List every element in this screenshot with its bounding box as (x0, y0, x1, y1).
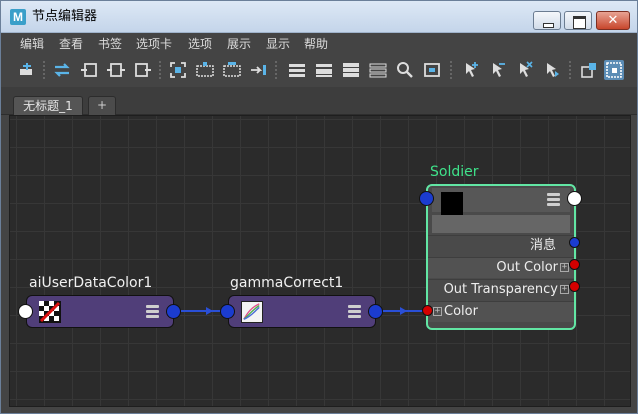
grid-toggle-icon[interactable] (604, 60, 624, 80)
window-title: 节点编辑器 (32, 9, 98, 24)
toolbar-separator (159, 61, 161, 79)
node-gammacorrect1[interactable] (228, 295, 376, 328)
frame-all-icon[interactable] (168, 60, 188, 80)
toolbar-separator (43, 61, 45, 79)
toolbar (1, 55, 637, 87)
node-swatch (39, 301, 61, 323)
menu-help[interactable]: 帮助 (304, 36, 328, 52)
full-layout-icon[interactable] (341, 60, 361, 80)
node-swatch (241, 301, 263, 323)
menu-bookmarks[interactable]: 书签 (98, 36, 122, 52)
toggle-swatch-icon[interactable] (579, 60, 599, 80)
close-button[interactable]: ✕ (596, 11, 630, 30)
node-graph-canvas[interactable]: aiUserDataColor1 gammaCorrect1 Soldier 消… (9, 115, 631, 407)
expand-plus-icon[interactable]: + (560, 285, 569, 294)
search-icon[interactable] (395, 60, 415, 80)
menu-view[interactable]: 查看 (59, 36, 83, 52)
attribute-label: 消息 (529, 238, 556, 253)
pin-remove-icon[interactable] (488, 60, 508, 80)
node-menu-icon[interactable] (348, 305, 361, 318)
graph-add-icon[interactable] (195, 60, 215, 80)
menu-options[interactable]: 选项 (188, 36, 212, 52)
menu-bar: 编辑 查看 书签 选项卡 选项 展示 显示 帮助 (1, 33, 637, 55)
app-icon: M (10, 9, 26, 25)
output-port[interactable] (567, 191, 582, 206)
attribute-row-out-color[interactable]: Out Color + (428, 257, 574, 278)
attribute-row-color[interactable]: + Color (428, 301, 574, 322)
tab-bar: 无标题_1 + (1, 87, 637, 115)
input-output-connections-icon[interactable] (106, 60, 126, 80)
output-port[interactable] (368, 304, 383, 319)
connected-layout-icon[interactable] (314, 60, 334, 80)
node-title-gammacorrect1: gammaCorrect1 (230, 275, 344, 291)
out-transparency-port[interactable] (569, 281, 580, 292)
attribute-label: Color (444, 304, 478, 319)
node-header (432, 188, 570, 215)
title-bar[interactable]: M 节点编辑器 ✕ (1, 1, 637, 33)
output-port[interactable] (166, 304, 181, 319)
menu-display[interactable]: 显示 (266, 36, 290, 52)
simple-layout-icon[interactable] (287, 60, 307, 80)
add-node-icon[interactable] (17, 60, 37, 80)
minimize-button[interactable] (533, 11, 561, 30)
toolbar-separator (569, 61, 571, 79)
expand-plus-icon[interactable]: + (560, 263, 569, 272)
connection-arrow (400, 307, 407, 315)
node-name-field[interactable] (432, 215, 570, 233)
graph-expand-icon[interactable] (249, 60, 269, 80)
pin-select-icon[interactable] (542, 60, 562, 80)
menu-edit[interactable]: 编辑 (20, 36, 44, 52)
attribute-row-out-transparency[interactable]: Out Transparency + (428, 279, 574, 300)
tab-untitled-1[interactable]: 无标题_1 (13, 96, 83, 115)
menu-show[interactable]: 展示 (227, 36, 251, 52)
snapshot-icon[interactable] (422, 60, 442, 80)
output-connections-icon[interactable] (133, 60, 153, 80)
node-title-aiuserdatacolor1: aiUserDataColor1 (29, 275, 153, 291)
swap-icon[interactable] (52, 60, 72, 80)
attribute-row-message[interactable]: 消息 (428, 235, 574, 256)
node-editor-window: M 节点编辑器 ✕ 编辑 查看 书签 选项卡 选项 展示 显示 帮助 无标题_1… (0, 0, 638, 414)
menu-tabs[interactable]: 选项卡 (136, 36, 172, 52)
node-title-soldier: Soldier (430, 164, 479, 180)
node-swatch (441, 192, 463, 215)
out-color-port[interactable] (569, 259, 580, 270)
node-menu-icon[interactable] (547, 193, 560, 206)
input-port[interactable] (18, 304, 33, 319)
input-port[interactable] (419, 191, 434, 206)
node-soldier[interactable]: 消息 Out Color + Out Transparency + + Color (426, 184, 576, 330)
custom-layout-icon[interactable] (368, 60, 388, 80)
message-output-port[interactable] (569, 237, 580, 248)
pin-add-icon[interactable] (461, 60, 481, 80)
node-aiuserdatacolor1[interactable] (26, 295, 174, 328)
close-icon: ✕ (607, 13, 619, 28)
attribute-label: Out Color (496, 260, 558, 275)
connection-arrow (206, 307, 213, 315)
toolbar-separator (275, 61, 277, 79)
color-input-port[interactable] (422, 305, 433, 316)
graph-remove-icon[interactable] (222, 60, 242, 80)
attribute-label: Out Transparency (443, 282, 558, 297)
node-menu-icon[interactable] (146, 305, 159, 318)
expand-plus-icon[interactable]: + (433, 307, 442, 316)
add-tab-button[interactable]: + (88, 96, 116, 115)
pin-clear-icon[interactable] (515, 60, 535, 80)
input-port[interactable] (220, 304, 235, 319)
input-connections-icon[interactable] (79, 60, 99, 80)
maximize-button[interactable] (564, 11, 592, 30)
toolbar-separator (450, 61, 452, 79)
